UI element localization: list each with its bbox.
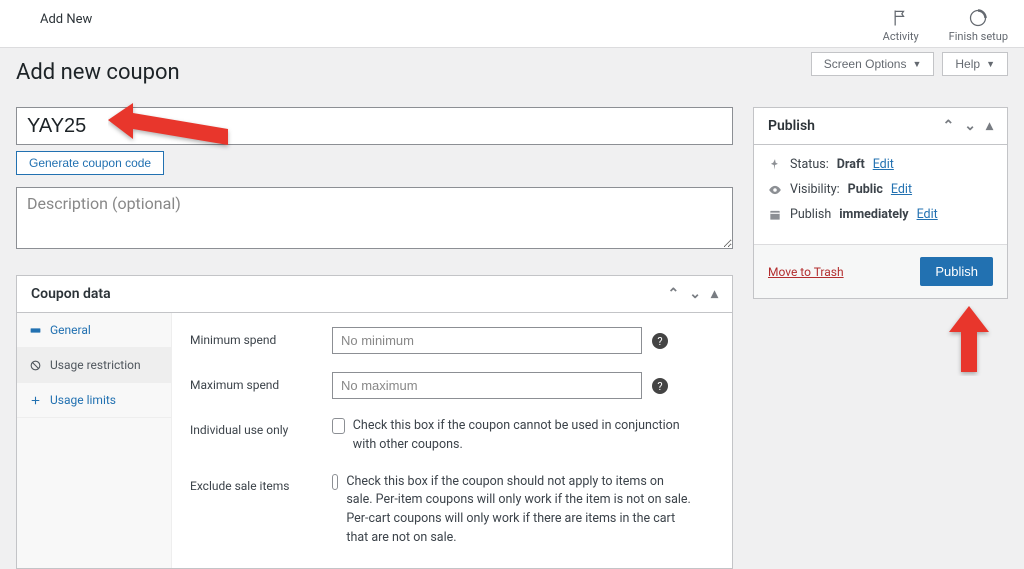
caret-up-icon[interactable]: ▴ — [986, 118, 993, 134]
maximum-spend-label: Maximum spend — [190, 372, 320, 392]
edit-status-link[interactable]: Edit — [873, 157, 894, 172]
exclude-sale-checkbox[interactable] — [332, 474, 338, 490]
help-button[interactable]: Help ▼ — [942, 52, 1008, 76]
publish-when-value: immediately — [839, 207, 908, 222]
tab-usage-limits-label: Usage limits — [50, 393, 116, 407]
activity-label: Activity — [883, 30, 919, 43]
screen-options-button[interactable]: Screen Options ▼ — [811, 52, 935, 76]
tab-general[interactable]: General — [17, 313, 171, 348]
pin-icon — [768, 158, 782, 172]
help-tooltip-icon[interactable]: ? — [652, 378, 668, 394]
edit-visibility-link[interactable]: Edit — [891, 182, 912, 197]
screen-options-label: Screen Options — [824, 57, 907, 71]
minimum-spend-input[interactable] — [332, 327, 642, 354]
publish-button[interactable]: Publish — [920, 257, 993, 286]
exclude-sale-help: Check this box if the coupon should not … — [346, 473, 692, 548]
chevron-down-icon[interactable]: ⌄ — [689, 286, 701, 302]
description-textarea[interactable] — [16, 187, 733, 249]
publish-panel: Publish ⌃ ⌄ ▴ Status: Draft Edit Visibil… — [753, 107, 1008, 299]
flag-icon — [891, 8, 911, 28]
status-label: Status: — [790, 157, 829, 172]
finish-setup-button[interactable]: Finish setup — [949, 8, 1008, 43]
coupon-data-title: Coupon data — [31, 286, 111, 302]
chevron-down-icon: ▼ — [912, 59, 921, 69]
eye-icon — [768, 183, 782, 197]
coupon-data-header[interactable]: Coupon data ⌃ ⌄ ▴ — [17, 276, 732, 313]
tab-general-label: General — [50, 323, 91, 337]
minimum-spend-label: Minimum spend — [190, 327, 320, 347]
help-label: Help — [955, 57, 980, 71]
tab-usage-restriction[interactable]: Usage restriction — [17, 348, 171, 383]
progress-circle-icon — [968, 8, 988, 28]
maximum-spend-input[interactable] — [332, 372, 642, 399]
calendar-icon — [768, 208, 782, 222]
ban-icon — [29, 359, 42, 372]
move-to-trash-link[interactable]: Move to Trash — [768, 265, 844, 279]
breadcrumb-add-new[interactable]: Add New — [40, 8, 92, 27]
publish-when-label: Publish — [790, 207, 831, 222]
tab-usage-limits[interactable]: Usage limits — [17, 383, 171, 418]
coupon-data-panel: Coupon data ⌃ ⌄ ▴ General Usage restrict… — [16, 275, 733, 569]
individual-use-checkbox[interactable] — [332, 418, 345, 434]
activity-button[interactable]: Activity — [883, 8, 919, 43]
chevron-up-icon[interactable]: ⌃ — [943, 118, 955, 134]
visibility-value: Public — [848, 182, 883, 197]
chevron-up-icon[interactable]: ⌃ — [668, 286, 680, 302]
publish-header[interactable]: Publish ⌃ ⌄ ▴ — [754, 108, 1007, 145]
chevron-down-icon[interactable]: ⌄ — [964, 118, 976, 134]
generate-coupon-code-button[interactable]: Generate coupon code — [16, 151, 164, 175]
chevron-down-icon: ▼ — [986, 59, 995, 69]
caret-up-icon[interactable]: ▴ — [711, 286, 718, 302]
tab-usage-restriction-label: Usage restriction — [50, 358, 141, 372]
status-value: Draft — [837, 157, 865, 172]
edit-schedule-link[interactable]: Edit — [917, 207, 938, 222]
visibility-label: Visibility: — [790, 182, 840, 197]
finish-setup-label: Finish setup — [949, 30, 1008, 43]
plus-icon — [29, 394, 42, 407]
individual-use-label: Individual use only — [190, 417, 320, 437]
publish-title: Publish — [768, 118, 815, 134]
exclude-sale-label: Exclude sale items — [190, 473, 320, 493]
individual-use-help: Check this box if the coupon cannot be u… — [353, 417, 692, 455]
ticket-icon — [29, 324, 42, 337]
coupon-code-input[interactable] — [16, 107, 733, 145]
help-tooltip-icon[interactable]: ? — [652, 333, 668, 349]
